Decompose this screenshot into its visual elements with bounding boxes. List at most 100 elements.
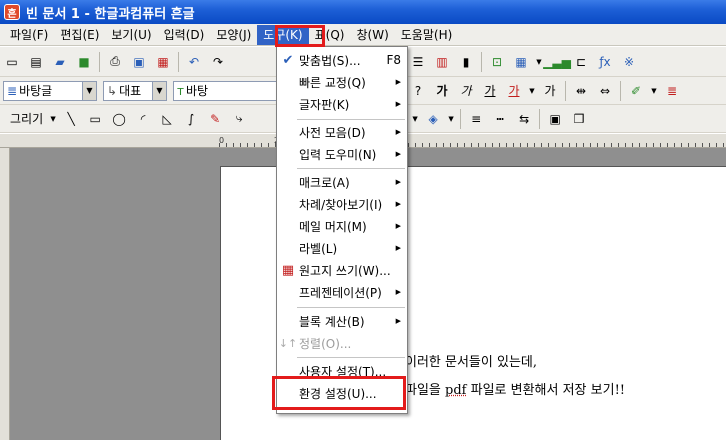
arrow-style-icon[interactable]: ⇆ [514, 109, 534, 129]
toolbar-separator [99, 51, 100, 72]
text-box-icon[interactable]: ⊏ [571, 52, 591, 72]
menu-item-input-helper[interactable]: 입력 도우미(N) ▶ [277, 143, 407, 165]
toolbar-separator [481, 51, 482, 72]
vertical-ruler[interactable] [0, 148, 10, 440]
bar-chart-icon[interactable]: ▁▃▅ [543, 52, 571, 72]
submenu-arrow-icon: ▶ [395, 222, 401, 230]
font-size-icon[interactable]: ? [408, 81, 428, 101]
menu-file[interactable]: 파일(F) [4, 25, 54, 45]
char-width-icon[interactable]: ⇔ [595, 81, 615, 101]
line-weight-icon[interactable]: ≡ [466, 109, 486, 129]
misspelled-word: pdf [445, 383, 467, 398]
align-justify-icon[interactable]: ≣ [662, 81, 682, 101]
menu-window[interactable]: 창(W) [350, 25, 394, 45]
line-tool-icon[interactable]: ╲ [61, 109, 81, 129]
style-select[interactable]: ≣ 바탕글 ▼ [3, 80, 97, 101]
new-document-icon[interactable]: ▭ [2, 52, 22, 72]
font-color-icon[interactable]: 가 [504, 81, 524, 101]
char-spacing-icon[interactable]: ⇹ [571, 81, 591, 101]
save-icon[interactable]: ■ [74, 52, 94, 72]
menu-item-keyboard[interactable]: 글자판(K) ▶ [277, 93, 407, 115]
dropdown-arrow-icon[interactable]: ▼ [528, 81, 536, 101]
menu-item-dictionary[interactable]: 사전 모음(D) ▶ [277, 121, 407, 143]
line-style-icon[interactable]: ┅ [490, 109, 510, 129]
menu-item-quick-correct[interactable]: 빠른 교정(Q) ▶ [277, 71, 407, 93]
draw-label: 그리기 [10, 112, 44, 126]
menu-format[interactable]: 모양(J) [210, 25, 257, 45]
menu-item-label: 프레젠테이션(P) [299, 285, 382, 300]
document-text: 파일을 [405, 383, 446, 398]
dropdown-arrow-icon[interactable]: ▼ [535, 52, 543, 72]
menu-view[interactable]: 보기(U) [105, 25, 157, 45]
menu-item-block-calc[interactable]: 블록 계산(B) ▶ [277, 310, 407, 332]
open-folder-icon[interactable]: ▰ [50, 52, 70, 72]
highlight-box-preferences [272, 376, 406, 410]
submenu-arrow-icon: ▶ [395, 128, 401, 136]
menu-item-label: 매크로(A) [299, 175, 350, 190]
tools-menu: ✔ 맞춤법(S)... F8 빠른 교정(Q) ▶ 글자판(K) ▶ 사전 모음… [276, 46, 408, 414]
dropdown-arrow-icon[interactable]: ▼ [447, 109, 455, 129]
chart-tool-icon[interactable]: ▥ [432, 52, 452, 72]
undo-icon[interactable]: ↶ [184, 52, 204, 72]
preview-icon[interactable]: ▣ [129, 52, 149, 72]
menu-item-label-tool[interactable]: 라벨(L) ▶ [277, 237, 407, 259]
document-line: 파일을 pdf 파일로 변환해서 저장 보기!! [405, 379, 625, 398]
table-icon[interactable]: ▦ [511, 52, 531, 72]
document-line: 이러한 문서들이 있는데, [405, 355, 537, 370]
font-language-select[interactable]: ↳ 대표 ▼ [103, 80, 167, 101]
menu-separator [297, 357, 405, 358]
columns-icon[interactable]: ▮ [456, 52, 476, 72]
symbol-icon[interactable]: ※ [619, 52, 639, 72]
menu-item-manuscript[interactable]: ▦ 원고지 쓰기(W)... [277, 259, 407, 281]
toolbar-separator [178, 51, 179, 72]
menu-insert[interactable]: 입력(D) [158, 25, 211, 45]
dropdown-arrow-icon[interactable]: ▼ [49, 109, 57, 129]
formula-icon[interactable]: ƒx [595, 52, 615, 72]
menu-item-macro[interactable]: 매크로(A) ▶ [277, 171, 407, 193]
window-title: 빈 문서 1 - 한글과컴퓨터 흔글 [26, 6, 195, 22]
curve-tool-icon[interactable]: ∫ [181, 109, 201, 129]
menu-help[interactable]: 도움말(H) [395, 25, 459, 45]
pen-tool-icon[interactable]: ✎ [205, 109, 225, 129]
submenu-arrow-icon: ▶ [395, 200, 401, 208]
menu-edit[interactable]: 편집(E) [54, 25, 105, 45]
three-d-icon[interactable]: ❒ [569, 109, 589, 129]
menu-item-label: 라벨(L) [299, 241, 338, 256]
submenu-arrow-icon: ▶ [395, 178, 401, 186]
ellipse-tool-icon[interactable]: ◯ [109, 109, 129, 129]
new-template-icon[interactable]: ▤ [26, 52, 46, 72]
bold-icon[interactable]: 가 [432, 81, 452, 101]
menu-separator [297, 119, 405, 120]
dropdown-arrow-icon[interactable]: ▼ [411, 109, 419, 129]
menu-item-label: 원고지 쓰기(W)... [299, 263, 391, 278]
connector-tool-icon[interactable]: ⤷ [229, 109, 249, 129]
font-select[interactable]: ᴛ 바탕 [173, 80, 283, 101]
char-shape-icon[interactable]: 가 [540, 81, 560, 101]
rectangle-tool-icon[interactable]: ▭ [85, 109, 105, 129]
dropdown-arrow-icon[interactable]: ▼ [650, 81, 658, 101]
italic-icon[interactable]: 가 [456, 81, 476, 101]
menu-item-toc-index[interactable]: 차례/찾아보기(I) ▶ [277, 193, 407, 215]
menu-item-label: 빠른 교정(Q) [299, 75, 366, 90]
underline-icon[interactable]: 가 [480, 81, 500, 101]
chevron-down-icon[interactable]: ▼ [82, 81, 96, 100]
align-tool-icon[interactable]: ☰ [408, 52, 428, 72]
redo-icon[interactable]: ↷ [208, 52, 228, 72]
picture-icon[interactable]: ⊡ [487, 52, 507, 72]
title-bar: 흔 빈 문서 1 - 한글과컴퓨터 흔글 [0, 0, 726, 24]
menu-item-presentation[interactable]: 프레젠테이션(P) ▶ [277, 281, 407, 303]
app-icon[interactable]: 흔 [4, 4, 20, 20]
chevron-down-icon[interactable]: ▼ [152, 81, 166, 100]
ruler-mark: 0 [219, 136, 225, 145]
menu-item-mail-merge[interactable]: 메일 머지(M) ▶ [277, 215, 407, 237]
fill-color-icon[interactable]: ◈ [423, 109, 443, 129]
submenu-arrow-icon: ▶ [395, 78, 401, 86]
pdf-icon[interactable]: ▦ [153, 52, 173, 72]
shadow-icon[interactable]: ▣ [545, 109, 565, 129]
arc-tool-icon[interactable]: ◜ [133, 109, 153, 129]
print-icon[interactable]: ⎙ [105, 52, 125, 72]
polygon-tool-icon[interactable]: ◺ [157, 109, 177, 129]
menu-item-spellcheck[interactable]: ✔ 맞춤법(S)... F8 [277, 49, 407, 71]
submenu-arrow-icon: ▶ [395, 150, 401, 158]
highlighter-icon[interactable]: ✐ [626, 81, 646, 101]
